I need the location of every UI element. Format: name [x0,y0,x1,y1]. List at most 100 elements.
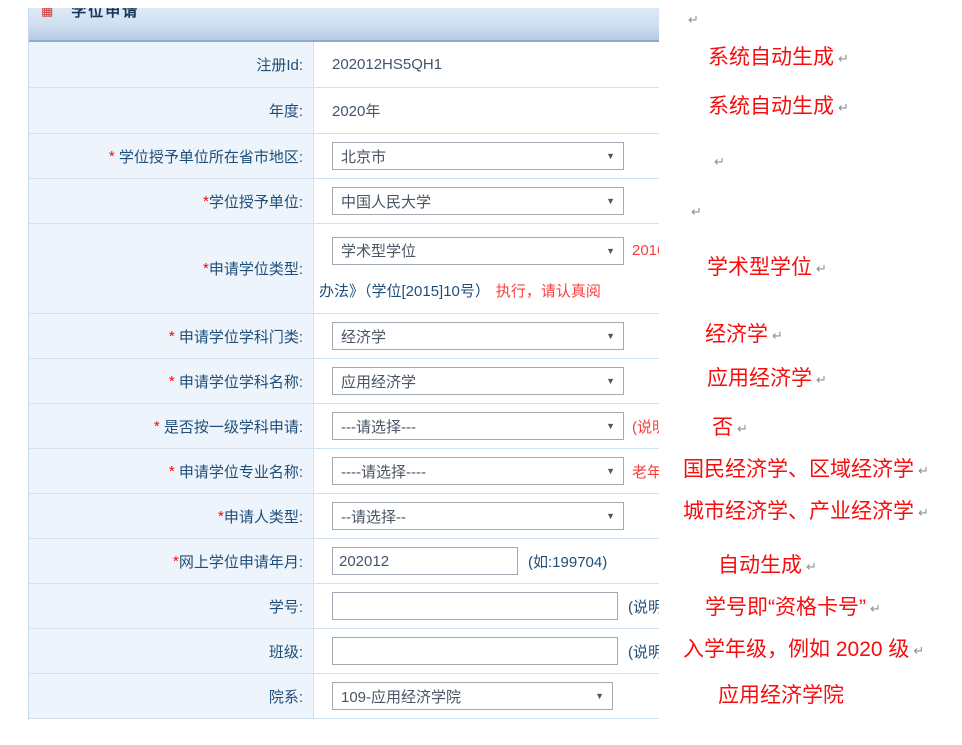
return-mark-icon: ↵ [838,51,849,66]
return-mark-icon: ↵ [691,204,702,219]
return-mark-icon: ↵ [816,261,827,276]
degree-type-line1: 学术型学位 ▼ 2016 [332,237,659,265]
class-input[interactable] [332,637,618,665]
form-row-first-level-apply: * 是否按一级学科申请:---请选择---▼(说明 [29,404,659,449]
province-value-cell: 北京市▼ [314,134,659,178]
applicant-type-select[interactable]: --请选择-- ▼ [332,502,624,530]
discipline-category-select[interactable]: 经济学▼ [332,322,624,350]
year-value-cell: 2020年 [314,88,659,133]
awarding-unit-label: *学位授予单位: [29,179,314,223]
first-level-apply-select[interactable]: ---请选择---▼ [332,412,624,440]
degree-type-select-value: 学术型学位 [341,240,416,261]
awarding-unit-select-value: 中国人民大学 [341,191,431,212]
province-select-value: 北京市 [341,146,386,167]
annotation-note: 经济学 ↵ [705,322,783,349]
degree-type-notice-dark: 办法》（学位[2015]10号） [319,283,490,300]
annotation-text: 城市经济学、产业经济学 [683,500,914,523]
first-level-apply-note-red: (说明 [632,416,659,437]
required-asterisk: * [169,328,179,345]
applicant-type-select-value: --请选择-- [341,506,406,527]
required-asterisk: * [169,463,179,480]
return-mark-icon: ↵ [838,100,849,115]
annotation-text: 经济学 [705,323,768,346]
major-name-note-red: 老年 [632,461,659,482]
form-row-applicant-type: *申请人类型: --请选择-- ▼ [29,494,659,539]
first-level-apply-value-cell: ---请选择---▼ (说明 [314,404,659,448]
degree-type-select[interactable]: 学术型学位 ▼ [332,237,624,265]
discipline-name-label-text: 申请学位学科名称: [179,371,303,392]
chevron-down-icon: ▼ [606,511,615,521]
degree-type-note-red: 2016 [632,242,659,259]
applicant-type-label: *申请人类型: [29,494,314,538]
reg-id-value-cell: 202012HS5QH1 [314,42,659,87]
annotation-note: 系统自动生成 ↵ [708,94,849,121]
discipline-category-label-text: 申请学位学科门类: [179,326,303,347]
annotation-text: 自动生成 [718,554,802,577]
form-header-bar: ▦ 学位申请 [29,8,659,42]
apply-year-month-value-cell: (如:199704) [314,539,659,583]
major-name-label-text: 申请学位专业名称: [179,461,303,482]
major-name-value-cell: ----请选择----▼ 老年 [314,449,659,493]
return-mark-icon: ↵ [772,328,783,343]
department-select-value: 109-应用经济学院 [341,686,461,707]
chevron-down-icon: ▼ [606,246,615,256]
apply-year-month-label: *网上学位申请年月: [29,539,314,583]
student-id-input[interactable] [332,592,618,620]
province-select[interactable]: 北京市▼ [332,142,624,170]
discipline-category-select-value: 经济学 [341,326,386,347]
year-label-text: 年度: [269,100,303,121]
student-id-hint: (说明: [628,596,659,617]
annotation-note: 国民经济学、区域经济学↵ [683,457,929,484]
required-asterisk: * [154,418,164,435]
apply-year-month-hint: (如:199704) [528,551,607,572]
form-row-discipline-name: * 申请学位学科名称: 应用经济学▼ [29,359,659,404]
annotation-note: 城市经济学、产业经济学↵ [683,499,929,526]
apply-year-month-input[interactable] [332,547,518,575]
form-row-province: * 学位授予单位所在省市地区: 北京市▼ [29,134,659,179]
department-value-cell: 109-应用经济学院▼ [314,674,659,718]
class-value-cell: (说明: [314,629,659,673]
awarding-unit-select[interactable]: 中国人民大学 ▼ [332,187,624,215]
applicant-type-label-text: 申请人类型: [224,506,303,527]
discipline-name-label: * 申请学位学科名称: [29,359,314,403]
return-mark: ↵ [684,6,699,33]
form-row-class: 班级: (说明: [29,629,659,674]
reg-id-label-text: 注册Id: [256,54,303,75]
class-label: 班级: [29,629,314,673]
discipline-name-select[interactable]: 应用经济学▼ [332,367,624,395]
degree-type-label-text: 申请学位类型: [209,258,303,279]
apply-year-month-label-text: 网上学位申请年月: [179,551,303,572]
awarding-unit-label-text: 学位授予单位: [209,191,303,212]
annotation-text: 应用经济学 [707,367,812,390]
degree-form-panel: ▦ 学位申请 注册Id: 202012HS5QH1 年度: 2020年 * 学位授予单位… [28,8,659,720]
annotation-text: 系统自动生成 [708,46,834,69]
annotation-text: 系统自动生成 [708,95,834,118]
form-row-awarding-unit: *学位授予单位: 中国人民大学 ▼ [29,179,659,224]
applicant-type-value-cell: --请选择-- ▼ [314,494,659,538]
reg-id-label: 注册Id: [29,42,314,87]
degree-type-notice-red: 执行，请认真阅 [496,283,601,300]
year-label: 年度: [29,88,314,133]
return-mark-icon: ↵ [688,12,699,27]
discipline-name-value-cell: 应用经济学▼ [314,359,659,403]
form-row-major-name: * 申请学位专业名称: ----请选择----▼ 老年 [29,449,659,494]
return-mark: ↵ [710,148,725,175]
discipline-category-label: * 申请学位学科门类: [29,314,314,358]
department-label: 院系: [29,674,314,718]
annotation-text: 国民经济学、区域经济学 [683,458,914,481]
annotation-text: 入学年级，例如 2020 级 [683,638,909,661]
annotation-text: 否 [712,416,733,439]
discipline-name-select-value: 应用经济学 [341,371,416,392]
class-label-text: 班级: [269,641,303,662]
annotation-note: 应用经济学↵ [707,366,827,393]
year-value: 2020年 [332,100,380,121]
student-id-label: 学号: [29,584,314,628]
required-asterisk: * [109,148,119,165]
major-name-select[interactable]: ----请选择----▼ [332,457,624,485]
form-row-degree-type: *申请学位类型:学术型学位▼2016办法》（学位[2015]10号）执行，请认真… [29,224,659,314]
department-select[interactable]: 109-应用经济学院▼ [332,682,613,710]
form-row-student-id: 学号: (说明: [29,584,659,629]
chevron-down-icon: ▼ [606,196,615,206]
return-mark-icon: ↵ [737,421,748,436]
province-label-text: 学位授予单位所在省市地区: [119,146,303,167]
